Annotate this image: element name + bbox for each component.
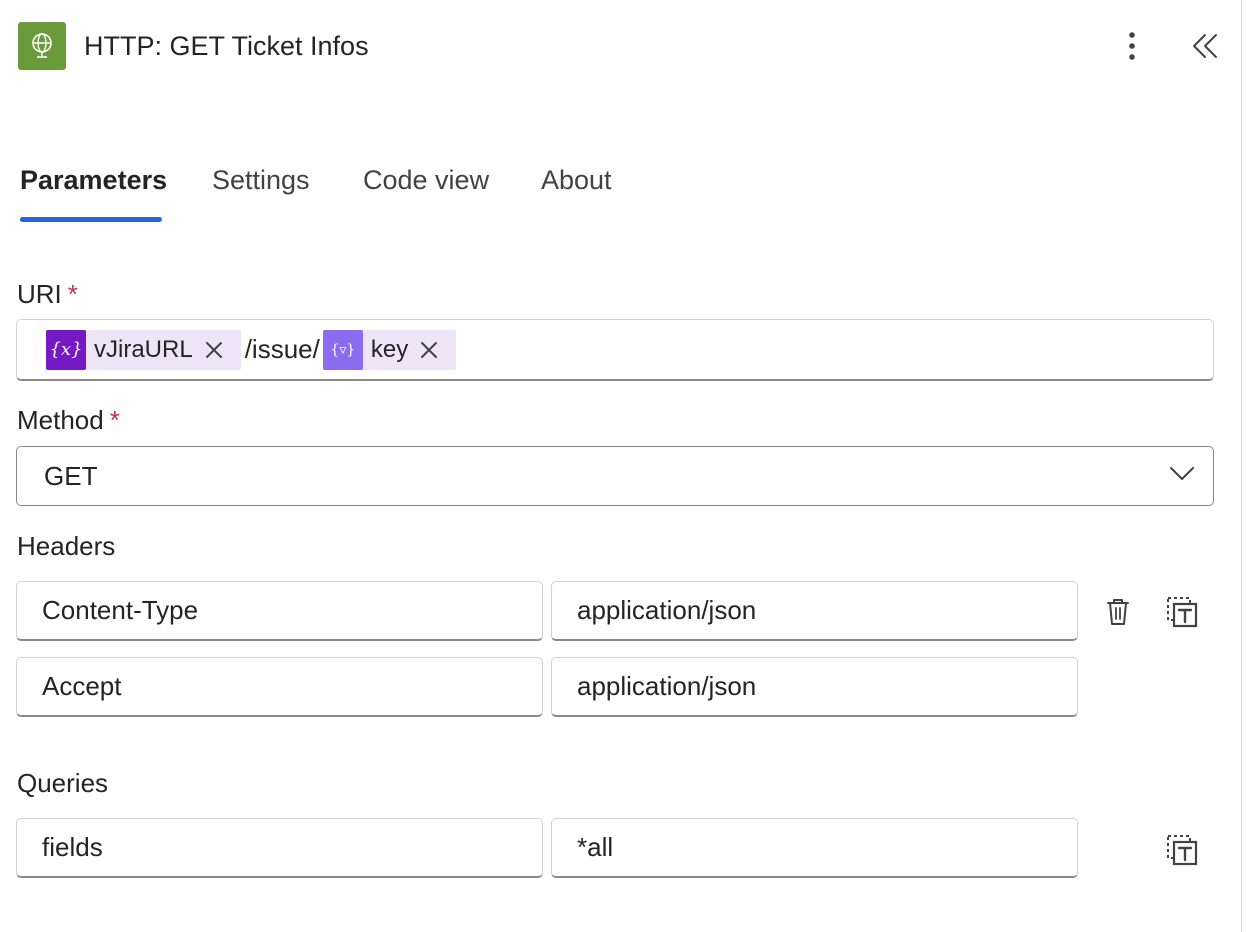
remove-token-button[interactable]	[205, 330, 233, 370]
text-mode-icon	[1167, 597, 1198, 628]
double-chevron-left-icon	[1193, 34, 1217, 58]
panel-right-border	[1241, 0, 1242, 932]
panel-header: HTTP: GET Ticket Infos	[0, 0, 1240, 95]
query-key-input[interactable]: fields	[16, 818, 543, 878]
delete-header-button[interactable]	[1100, 592, 1136, 632]
action-title: HTTP: GET Ticket Infos	[84, 31, 369, 61]
uri-label: URI *	[17, 279, 78, 309]
required-indicator: *	[109, 405, 120, 435]
tab-parameters[interactable]: Parameters	[20, 160, 167, 200]
headers-label: Headers	[17, 531, 116, 561]
remove-token-button[interactable]	[420, 330, 448, 370]
query-value-input[interactable]: *all	[551, 818, 1078, 878]
trash-icon	[1107, 599, 1129, 625]
globe-icon	[18, 22, 66, 70]
close-icon	[421, 341, 438, 358]
queries-label: Queries	[17, 768, 109, 798]
token-key[interactable]: {▿} key	[322, 329, 457, 370]
variable-icon: {x}	[46, 329, 86, 370]
parameter-icon: {▿}	[322, 329, 363, 370]
uri-literal-text: /issue/	[244, 334, 320, 364]
header-value-input[interactable]: application/json	[551, 581, 1078, 641]
switch-to-text-mode-button[interactable]	[1162, 592, 1202, 632]
header-value-input[interactable]: application/json	[551, 657, 1078, 717]
text-mode-icon	[1167, 835, 1198, 866]
uri-input[interactable]: {x} vJiraURL /issue/ {▿} key	[16, 319, 1214, 381]
method-select[interactable]: GET	[16, 446, 1214, 506]
tab-settings[interactable]: Settings	[212, 160, 310, 200]
required-indicator: *	[67, 279, 78, 309]
method-label: Method *	[17, 405, 120, 435]
more-vertical-icon	[1129, 32, 1135, 60]
tab-about[interactable]: About	[541, 160, 612, 200]
method-value: GET	[44, 460, 98, 491]
close-icon	[205, 341, 222, 358]
tab-code-view[interactable]: Code view	[363, 160, 489, 200]
token-vjiraurl[interactable]: {x} vJiraURL	[46, 329, 241, 370]
collapse-panel-button[interactable]	[1186, 26, 1224, 66]
more-options-button[interactable]	[1116, 26, 1148, 66]
chevron-down-icon	[1170, 467, 1194, 480]
active-tab-indicator	[20, 217, 162, 222]
header-key-input[interactable]: Content-Type	[16, 581, 543, 641]
token-label: vJiraURL	[94, 335, 193, 363]
token-label: key	[370, 335, 409, 363]
header-key-input[interactable]: Accept	[16, 657, 543, 717]
switch-to-text-mode-button[interactable]	[1162, 830, 1202, 870]
